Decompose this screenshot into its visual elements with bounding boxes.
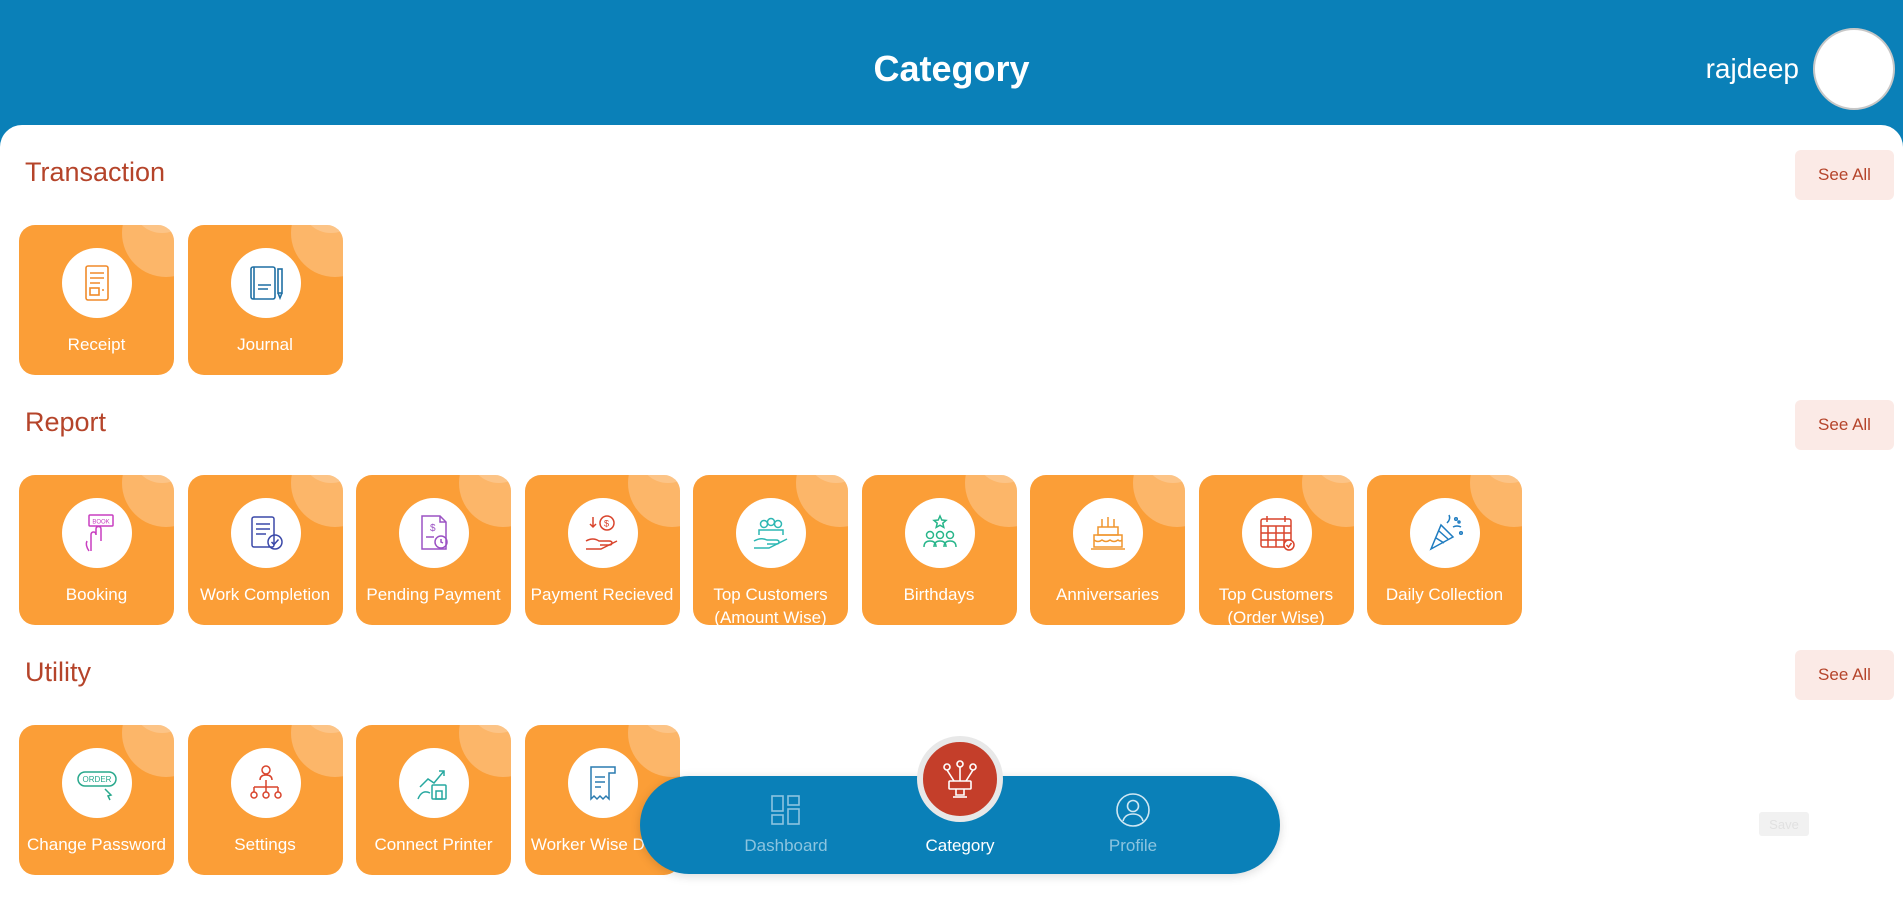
nav-profile[interactable]: Profile	[1058, 776, 1208, 874]
tile-label: Booking	[65, 585, 128, 604]
dashboard-icon	[771, 795, 800, 825]
tile-booking[interactable]: BOOK Booking	[19, 475, 174, 625]
top-customers-order-icon	[1241, 498, 1312, 568]
svg-text:$: $	[430, 523, 436, 534]
tile-label: Journal	[237, 335, 293, 354]
tile-change-password[interactable]: ORDER Change Password	[19, 725, 174, 875]
birthdays-icon	[904, 498, 975, 568]
tile-top-customers-order[interactable]: Top Customers (Order Wise)	[1198, 475, 1354, 625]
save-button[interactable]: Save	[1759, 812, 1809, 836]
anniversaries-icon	[1073, 498, 1143, 568]
see-all-report-button[interactable]: See All	[1795, 400, 1894, 450]
tile-pending-payment[interactable]: $ Pending Payment	[356, 475, 511, 625]
connect-printer-icon	[399, 748, 469, 818]
tile-label: Work Completion	[199, 585, 331, 604]
tile-work-completion[interactable]: Work Completion	[187, 475, 343, 625]
booking-icon-text: BOOK	[92, 520, 109, 526]
settings-icon	[230, 748, 301, 818]
nav-category-label: Category	[925, 836, 995, 855]
tile-settings[interactable]: Settings	[187, 725, 343, 875]
worker-wise-icon	[567, 748, 638, 818]
report-tiles: BOOK Booking Work Completion $ Pending P…	[19, 475, 1522, 625]
tile-label: Change Password	[27, 835, 166, 854]
tile-journal[interactable]: Journal	[187, 225, 343, 375]
tile-label: Payment Recieved	[530, 585, 674, 604]
daily-collection-icon	[1410, 498, 1480, 568]
tile-top-customers-amount[interactable]: Top Customers (Amount Wise)	[693, 475, 848, 625]
utility-tiles: ORDER Change Password Settings Connect P…	[19, 725, 680, 875]
page-title: Category	[873, 48, 1030, 89]
transaction-tiles: Receipt Journal	[19, 225, 343, 375]
section-title-report: Report	[25, 407, 107, 437]
journal-icon	[230, 248, 301, 318]
tile-label: Birthdays	[903, 585, 975, 604]
tile-label: Top Customers (Amount Wise)	[713, 585, 828, 625]
tile-connect-printer[interactable]: Connect Printer	[356, 725, 511, 875]
svg-text:$: $	[604, 519, 609, 529]
tile-receipt[interactable]: Receipt	[19, 225, 174, 375]
see-all-transaction-button[interactable]: See All	[1795, 150, 1894, 200]
tile-label: Daily Collection	[1385, 585, 1504, 604]
nav-dashboard[interactable]: Dashboard	[711, 776, 861, 874]
tile-label: Settings	[234, 835, 296, 854]
booking-icon: BOOK	[62, 498, 132, 568]
receipt-icon	[62, 248, 132, 318]
tile-label: Anniversaries	[1056, 585, 1159, 604]
section-title-transaction: Transaction	[25, 157, 166, 187]
change-password-icon: ORDER	[62, 748, 132, 818]
top-customers-amount-icon	[736, 498, 806, 568]
pending-payment-icon: $	[399, 498, 469, 568]
see-all-utility-button[interactable]: See All	[1795, 650, 1894, 700]
user-name: rajdeep	[1705, 53, 1799, 84]
tile-label: Receipt	[67, 335, 126, 354]
change-password-icon-text: ORDER	[83, 775, 112, 784]
tile-label: Connect Printer	[374, 835, 493, 854]
tile-payment-received[interactable]: $ Payment Recieved	[524, 475, 680, 625]
work-completion-icon	[230, 498, 301, 568]
avatar[interactable]	[1813, 28, 1895, 110]
nav-dashboard-label: Dashboard	[744, 836, 828, 855]
section-title-utility: Utility	[25, 657, 91, 687]
payment-received-icon: $	[567, 498, 638, 568]
nav-profile-label: Profile	[1108, 836, 1158, 855]
app-header: Category rajdeep	[0, 0, 1903, 125]
profile-icon	[1116, 793, 1150, 827]
tile-label: Pending Payment	[366, 585, 501, 604]
tile-label: Top Customers (Order Wise)	[1218, 585, 1334, 625]
tile-daily-collection[interactable]: Daily Collection	[1367, 475, 1522, 625]
category-icon	[943, 760, 977, 798]
tile-anniversaries[interactable]: Anniversaries	[1030, 475, 1185, 625]
tile-birthdays[interactable]: Birthdays	[861, 475, 1017, 625]
category-fab-button[interactable]	[917, 736, 1003, 822]
